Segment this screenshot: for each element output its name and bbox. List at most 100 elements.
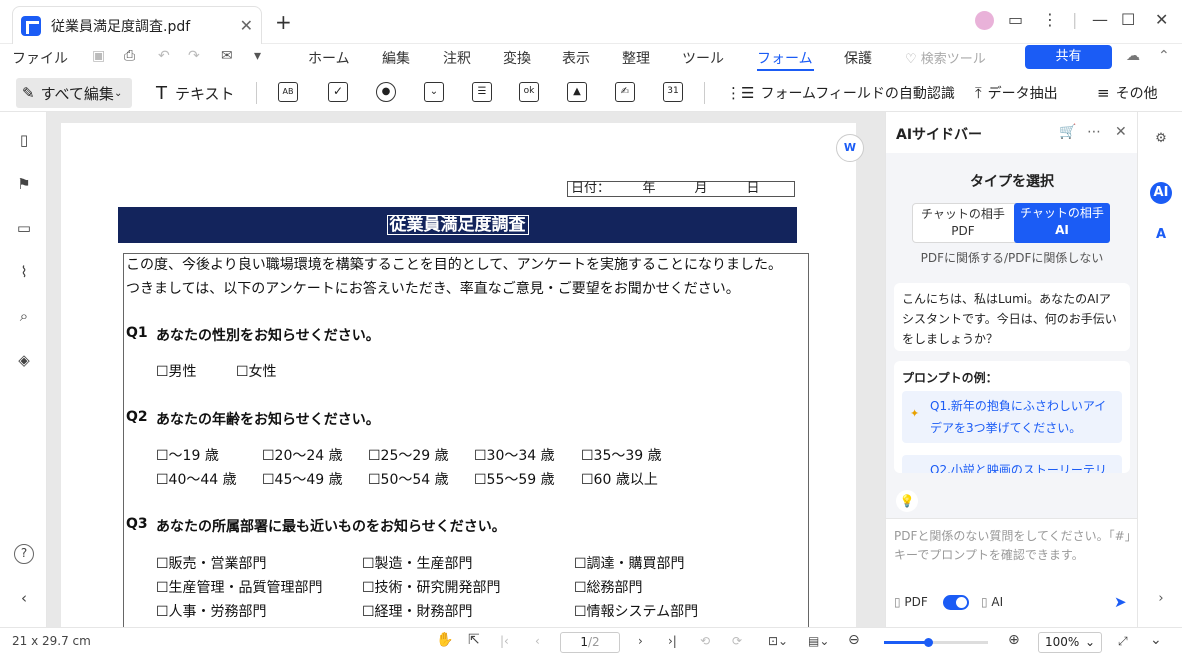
zoom-out-icon[interactable]: ⊖ — [848, 632, 860, 648]
zoom-select[interactable]: 100% ⌄ — [1038, 632, 1102, 653]
page-layout-icon[interactable]: ▤⌄ — [808, 634, 829, 648]
close-icon[interactable]: ✕ — [1115, 124, 1127, 140]
fullscreen-icon[interactable]: ⤢ — [1118, 634, 1128, 649]
maximize-icon[interactable]: ☐ — [1121, 10, 1135, 29]
menu-tools[interactable]: ツール — [682, 48, 724, 68]
q3-option[interactable]: ☐調達・購買部門 — [574, 553, 685, 573]
document-tab[interactable]: 従業員満足度調査.pdf ✕ — [12, 6, 262, 44]
signature-field-icon[interactable]: ✍ — [615, 82, 635, 102]
close-tab-icon[interactable]: ✕ — [240, 16, 253, 35]
radio-button-icon[interactable]: ● — [376, 82, 396, 102]
page-input[interactable]: 1/2 — [560, 632, 620, 653]
q2-option[interactable]: ☐45～49 歳 — [262, 469, 343, 489]
cloud-upload-icon[interactable]: ☁ — [1126, 48, 1140, 64]
last-page-icon[interactable]: ›| — [668, 634, 677, 648]
menu-edit[interactable]: 編集 — [382, 48, 410, 68]
undo-icon[interactable]: ↶ — [158, 48, 170, 64]
prompt-example[interactable]: ✦ Q1.新年の抱負にふさわしいアイデアを3つ挙げてください。 — [902, 391, 1122, 443]
menu-view[interactable]: 表示 — [562, 48, 590, 68]
hand-tool-icon[interactable]: ✋ — [436, 632, 453, 648]
attachment-icon[interactable]: ⌇ — [14, 262, 34, 282]
first-page-icon[interactable]: |‹ — [500, 634, 509, 648]
q3-option[interactable]: ☐人事・労務部門 — [156, 601, 267, 621]
share-button[interactable]: 共有 — [1025, 45, 1112, 69]
q3-option[interactable]: ☐総務部門 — [574, 577, 643, 597]
q2-option[interactable]: ☐60 歳以上 — [581, 469, 658, 489]
zoom-slider[interactable] — [884, 638, 988, 647]
menu-organize[interactable]: 整理 — [622, 48, 650, 68]
date-field-icon[interactable]: 31 — [663, 82, 683, 102]
q3-option[interactable]: ☐情報システム部門 — [574, 601, 698, 621]
ai-chat-input[interactable]: PDFと関係のない質問をしてください。「#」キーでプロンプトを確認できます。 ▯… — [886, 518, 1138, 628]
menu-protect[interactable]: 保護 — [844, 48, 872, 68]
cart-icon[interactable]: 🛒 — [1059, 124, 1076, 140]
more-horiz-icon[interactable]: ⋯ — [1087, 124, 1101, 140]
new-tab-button[interactable]: + — [275, 10, 292, 34]
layers-icon[interactable]: ◈ — [14, 350, 34, 370]
rotate-right-icon[interactable]: ⟳ — [732, 634, 742, 648]
save-icon[interactable]: ▣ — [92, 48, 105, 64]
edit-all-button[interactable]: ✎ すべて編集 ⌄ — [16, 78, 132, 108]
minimize-icon[interactable]: — — [1092, 10, 1108, 29]
ai-assistant-icon[interactable]: AI — [1150, 182, 1172, 204]
menu-convert[interactable]: 変換 — [503, 48, 531, 68]
convert-to-word-icon[interactable]: W — [836, 134, 864, 162]
prompt-example[interactable]: Q2.小説と映画のストーリーテリ — [902, 455, 1122, 473]
redo-icon[interactable]: ↷ — [188, 48, 200, 64]
send-icon[interactable]: ➤ — [1114, 593, 1127, 611]
button-icon[interactable]: ok — [519, 82, 539, 102]
menu-file[interactable]: ファイル — [12, 48, 68, 68]
close-window-icon[interactable]: ✕ — [1155, 10, 1168, 29]
print-icon[interactable]: ⎙ — [124, 48, 135, 64]
text-field-icon[interactable]: AB — [278, 82, 298, 102]
q2-option[interactable]: ☐55～59 歳 — [474, 469, 555, 489]
properties-icon[interactable]: ⚙ — [1150, 128, 1172, 150]
more-vert-icon[interactable]: ⋮ — [1042, 10, 1058, 29]
dropdown-icon[interactable]: ▾ — [254, 48, 261, 64]
q1-option[interactable]: ☐男性 — [156, 361, 197, 381]
expand-right-icon[interactable]: › — [1150, 588, 1172, 610]
chat-with-pdf-option[interactable]: チャットの相手 PDF — [913, 204, 1013, 242]
help-icon[interactable]: ? — [14, 544, 34, 564]
extract-data-button[interactable]: ⤒ データ抽出 — [975, 78, 1058, 108]
page-thumbnail-icon[interactable]: ▯ — [14, 130, 34, 150]
search-icon[interactable]: ⌕ — [14, 306, 34, 326]
q3-option[interactable]: ☐技術・研究開発部門 — [362, 577, 501, 597]
more-button[interactable]: ≡ その他 — [1097, 78, 1158, 108]
text-button[interactable]: T テキスト — [156, 78, 235, 108]
rotate-left-icon[interactable]: ⟲ — [700, 634, 710, 648]
bulb-icon[interactable]: 💡 — [896, 490, 918, 512]
collapse-left-icon[interactable]: ‹ — [14, 588, 34, 608]
prev-page-icon[interactable]: ‹ — [535, 634, 540, 648]
list-box-icon[interactable]: ☰ — [472, 82, 492, 102]
comment-icon[interactable]: ▭ — [14, 218, 34, 238]
q3-option[interactable]: ☐経理・財務部門 — [362, 601, 473, 621]
select-tool-icon[interactable]: ⇱ — [468, 632, 480, 648]
chat-with-ai-option[interactable]: チャットの相手 AI — [1014, 203, 1110, 243]
collapse-status-icon[interactable]: ⌄ — [1150, 632, 1162, 648]
q3-option[interactable]: ☐製造・生産部門 — [362, 553, 473, 573]
zoom-slider-handle[interactable] — [923, 638, 933, 647]
q2-option[interactable]: ☐～19 歳 — [156, 445, 219, 465]
image-field-icon[interactable]: ▲ — [567, 82, 587, 102]
q2-option[interactable]: ☐30～34 歳 — [474, 445, 555, 465]
auto-detect-button[interactable]: ⋮☰ フォームフィールドの自動認識 — [726, 78, 955, 108]
q3-option[interactable]: ☐生産管理・品質管理部門 — [156, 577, 323, 597]
message-icon[interactable]: ▭ — [1008, 10, 1023, 29]
next-page-icon[interactable]: › — [638, 634, 643, 648]
q2-option[interactable]: ☐40～44 歳 — [156, 469, 237, 489]
q2-option[interactable]: ☐50～54 歳 — [368, 469, 449, 489]
fit-page-icon[interactable]: ⊡⌄ — [768, 634, 788, 648]
q1-option[interactable]: ☐女性 — [236, 361, 277, 381]
translate-icon[interactable]: A — [1150, 224, 1172, 246]
q2-option[interactable]: ☐20～24 歳 — [262, 445, 343, 465]
q3-option[interactable]: ☐販売・営業部門 — [156, 553, 267, 573]
avatar[interactable] — [975, 11, 994, 30]
menu-home[interactable]: ホーム — [308, 48, 350, 68]
q2-option[interactable]: ☐25～29 歳 — [368, 445, 449, 465]
collapse-icon[interactable]: ⌃ — [1158, 48, 1170, 64]
search-tools[interactable]: ♡ 検索ツール — [905, 48, 986, 67]
menu-form[interactable]: フォーム — [757, 48, 813, 68]
menu-annotate[interactable]: 注釈 — [443, 48, 471, 68]
checkbox-icon[interactable]: ✓ — [328, 82, 348, 102]
